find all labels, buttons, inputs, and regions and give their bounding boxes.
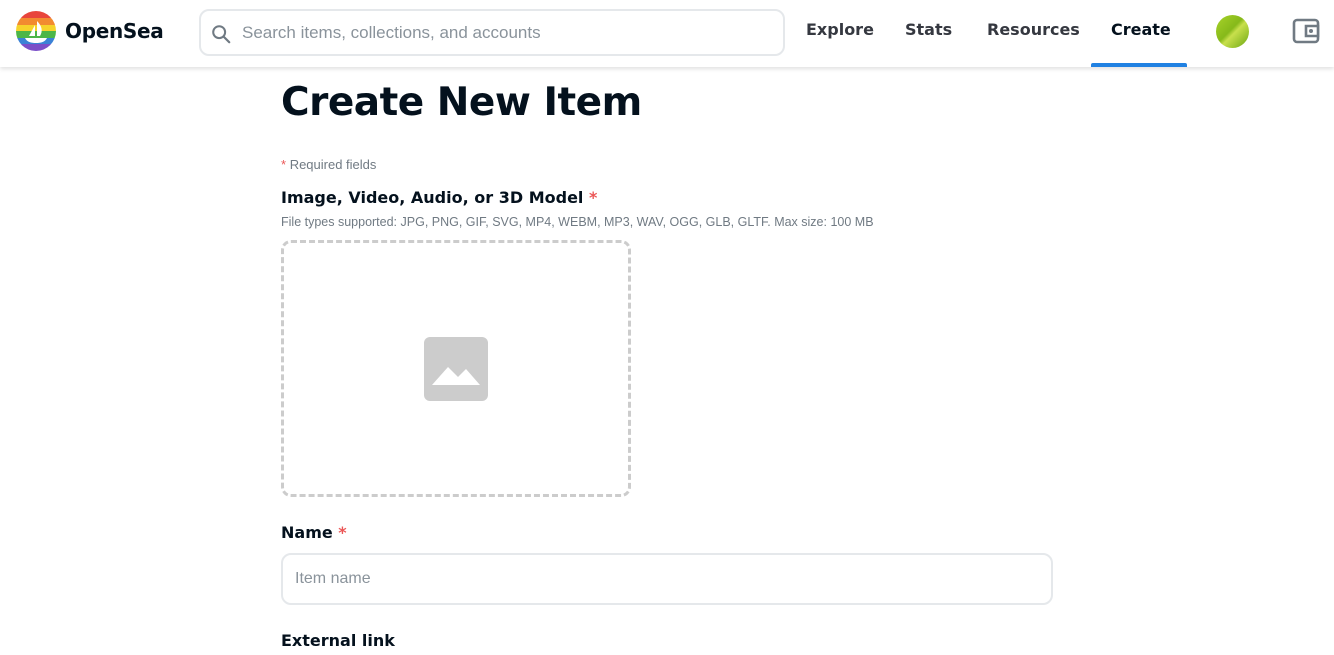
item-name-input[interactable] [281, 553, 1053, 605]
nav-explore[interactable]: Explore [806, 20, 874, 39]
name-label-text: Name [281, 523, 333, 542]
search-icon [212, 25, 231, 44]
active-tab-indicator [1091, 63, 1187, 67]
page-title: Create New Item [281, 80, 642, 125]
opensea-logo-icon[interactable] [16, 11, 56, 51]
search-bar[interactable] [199, 9, 785, 56]
avatar[interactable] [1216, 15, 1249, 48]
required-star: * [338, 523, 347, 542]
search-input[interactable] [242, 11, 772, 54]
required-star: * [281, 157, 287, 172]
name-label: Name * [281, 523, 347, 542]
nav-stats[interactable]: Stats [905, 20, 952, 39]
top-navigation-bar: OpenSea Explore Stats Resources Create [0, 0, 1334, 67]
image-icon [424, 337, 488, 401]
wallet-icon[interactable] [1292, 18, 1320, 44]
media-label-text: Image, Video, Audio, or 3D Model [281, 188, 584, 207]
nav-create[interactable]: Create [1111, 20, 1171, 39]
brand-name[interactable]: OpenSea [65, 19, 164, 43]
required-star: * [588, 188, 598, 207]
required-note-text: Required fields [289, 157, 377, 172]
media-upload-dropzone[interactable] [281, 240, 631, 497]
nav-resources[interactable]: Resources [987, 20, 1080, 39]
file-types-hint: File types supported: JPG, PNG, GIF, SVG… [281, 215, 874, 229]
required-fields-note: * Required fields [281, 157, 376, 172]
media-label: Image, Video, Audio, or 3D Model * [281, 188, 597, 207]
external-link-label: External link [281, 631, 395, 650]
